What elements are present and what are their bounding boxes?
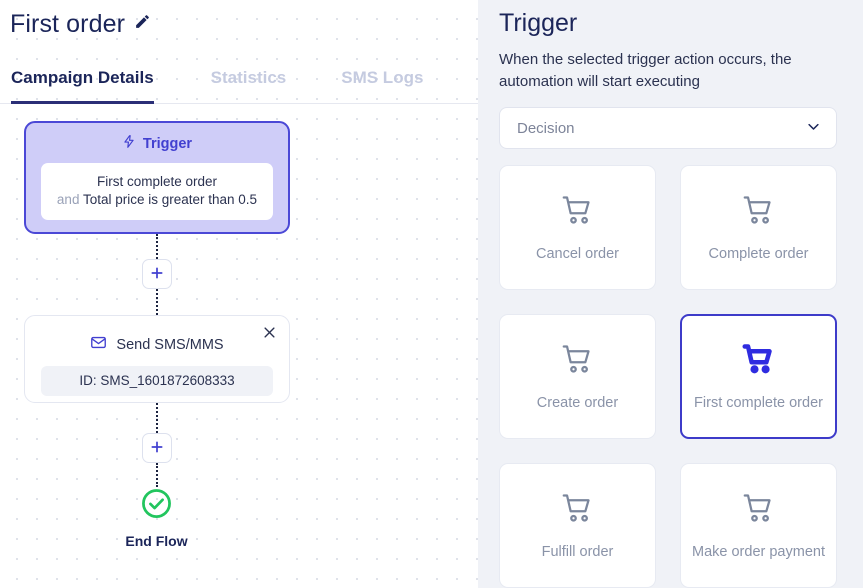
flow-connector-4 [156, 463, 158, 487]
close-icon[interactable] [259, 322, 279, 342]
option-label: Create order [536, 395, 619, 411]
option-cancel-order[interactable]: Cancel order [499, 165, 656, 290]
trigger-type-select-value: Decision [517, 119, 575, 137]
option-label: Fulfill order [541, 544, 614, 560]
shopping-cart-icon [560, 491, 596, 532]
end-flow-label: End Flow [125, 533, 188, 549]
option-create-order[interactable]: Create order [499, 314, 656, 439]
flow-node-send-sms[interactable]: Send SMS/MMS ID: SMS_1601872608333 [24, 315, 290, 403]
tab-sms-logs[interactable]: SMS Logs [341, 62, 423, 103]
panel-description: When the selected trigger action occurs,… [499, 51, 792, 90]
option-complete-order[interactable]: Complete order [680, 165, 837, 290]
shopping-cart-filled-icon [741, 342, 777, 383]
shopping-cart-icon [741, 193, 777, 234]
trigger-condition-line-2: and Total price is greater than 0.5 [49, 191, 265, 209]
plus-icon [149, 439, 165, 458]
flow-connector-3 [156, 403, 158, 433]
trigger-condition-line-1: First complete order [96, 174, 218, 189]
tab-campaign-details[interactable]: Campaign Details [11, 62, 154, 104]
lightning-bolt-icon [122, 134, 136, 153]
trigger-node-title: Trigger [142, 135, 193, 152]
option-label: Make order payment [692, 544, 825, 560]
add-step-button-1[interactable] [142, 259, 172, 289]
campaign-tabs: Campaign Details Statistics SMS Logs [0, 62, 478, 104]
page-title: First order [10, 10, 126, 38]
trigger-settings-panel: Trigger When the selected trigger action… [478, 0, 863, 588]
pencil-icon[interactable] [134, 13, 151, 35]
trigger-condition-text: Total price is greater than 0.5 [82, 192, 258, 207]
envelope-icon [90, 334, 107, 355]
shopping-cart-icon [560, 193, 596, 234]
panel-title: Trigger [499, 9, 578, 37]
plus-icon [149, 265, 165, 284]
flow-node-trigger[interactable]: Trigger First complete order and Total p… [24, 121, 290, 234]
chevron-down-icon [806, 119, 821, 138]
option-fulfill-order[interactable]: Fulfill order [499, 463, 656, 588]
option-first-complete-order[interactable]: First complete order [680, 314, 837, 439]
sms-node-id: ID: SMS_1601872608333 [41, 366, 273, 396]
automation-builder-screen: First order Campaign Details Statistics … [0, 0, 863, 588]
page-title-row: First order [10, 9, 151, 39]
trigger-node-conditions: First complete order and Total price is … [41, 163, 273, 220]
shopping-cart-icon [560, 342, 596, 383]
campaign-canvas-panel: First order Campaign Details Statistics … [0, 0, 478, 588]
shopping-cart-icon [741, 491, 777, 532]
flow-node-end: End Flow [0, 487, 313, 549]
add-step-button-2[interactable] [142, 433, 172, 463]
option-label: Cancel order [535, 246, 619, 262]
trigger-node-header: Trigger [122, 134, 192, 153]
check-circle-icon [140, 487, 173, 525]
trigger-type-select[interactable]: Decision [499, 107, 837, 149]
option-label: First complete order [694, 395, 823, 411]
flow-connector-1 [156, 234, 158, 259]
trigger-condition-conjunction: and [56, 192, 80, 207]
trigger-action-options: Cancel order Complete order Create order… [499, 165, 837, 588]
flow-canvas: Trigger First complete order and Total p… [0, 104, 478, 588]
sms-node-title: Send SMS/MMS [116, 336, 224, 353]
sms-node-header: Send SMS/MMS [25, 334, 289, 355]
option-make-order-payment[interactable]: Make order payment [680, 463, 837, 588]
option-label: Complete order [708, 246, 809, 262]
flow-connector-2 [156, 289, 158, 315]
tab-statistics[interactable]: Statistics [211, 62, 287, 103]
